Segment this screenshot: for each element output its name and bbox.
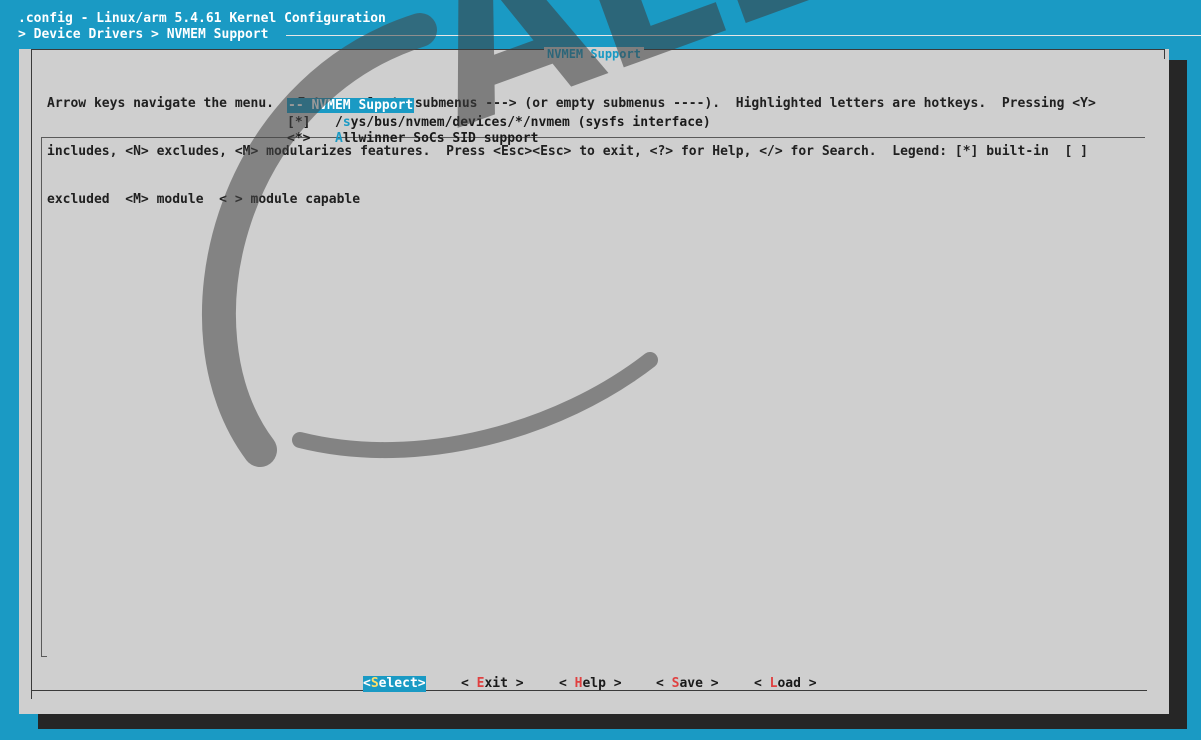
- menu-border: [41, 656, 47, 657]
- dialog-title-text: NVMEM Support: [544, 47, 644, 61]
- select-label: elect>: [378, 676, 426, 691]
- help-bracket: <: [559, 676, 575, 691]
- help-line: Arrow keys navigate the menu. <Enter> se…: [47, 96, 1096, 111]
- help-label: elp >: [582, 676, 622, 691]
- menu-border: [41, 137, 1145, 138]
- config-dialog: NVMEM Support Arrow keys navigate the me…: [19, 47, 1169, 714]
- menu-item-sid-support[interactable]: <*> Allwinner SoCs SID support: [287, 131, 539, 146]
- save-bracket: <: [656, 676, 672, 691]
- menu-item-label: ys/bus/nvmem/devices/*/nvmem (sysfs inte…: [350, 115, 711, 130]
- breadcrumb-rule: [286, 35, 1201, 36]
- select-button[interactable]: <Select>: [363, 676, 426, 692]
- menu-item-selected: -- NVMEM Support: [287, 98, 415, 113]
- menu-item-mark: -: [295, 98, 304, 113]
- menu-border: [41, 137, 42, 657]
- dialog-border: [31, 49, 32, 699]
- load-label: oad >: [777, 676, 817, 691]
- save-button[interactable]: < Save >: [656, 676, 719, 692]
- menu-item-label: llwinner SoCs SID support: [342, 131, 539, 146]
- window-title: .config - Linux/arm 5.4.61 Kernel Config…: [18, 11, 386, 26]
- select-hotkey: S: [370, 676, 379, 691]
- menu-item-mark: <*>: [287, 131, 311, 146]
- menu-item-nvmem-support[interactable]: -- NVMEM Support: [287, 98, 415, 113]
- dialog-title: NVMEM Support: [19, 47, 1169, 61]
- load-button[interactable]: < Load >: [754, 676, 817, 692]
- exit-bracket: <: [461, 676, 477, 691]
- menu-list: [41, 137, 1145, 657]
- menu-item-hotkey: s: [342, 115, 351, 130]
- menu-item-hotkey: A: [335, 131, 343, 146]
- menu-item-mark: [*]: [287, 115, 311, 130]
- menu-item-label: NVMEM Support: [303, 98, 414, 113]
- menu-item-label: /: [335, 115, 343, 130]
- exit-label: xit >: [484, 676, 524, 691]
- load-bracket: <: [754, 676, 770, 691]
- exit-button[interactable]: < Exit >: [461, 676, 524, 692]
- select-bracket: <: [363, 676, 371, 691]
- save-label: ave >: [679, 676, 719, 691]
- menu-item-sysfs-interface[interactable]: [*] /sys/bus/nvmem/devices/*/nvmem (sysfs…: [287, 115, 711, 130]
- help-button[interactable]: < Help >: [559, 676, 622, 692]
- breadcrumb: > Device Drivers > NVMEM Support: [18, 27, 269, 42]
- menu-item-mark: -: [288, 98, 296, 113]
